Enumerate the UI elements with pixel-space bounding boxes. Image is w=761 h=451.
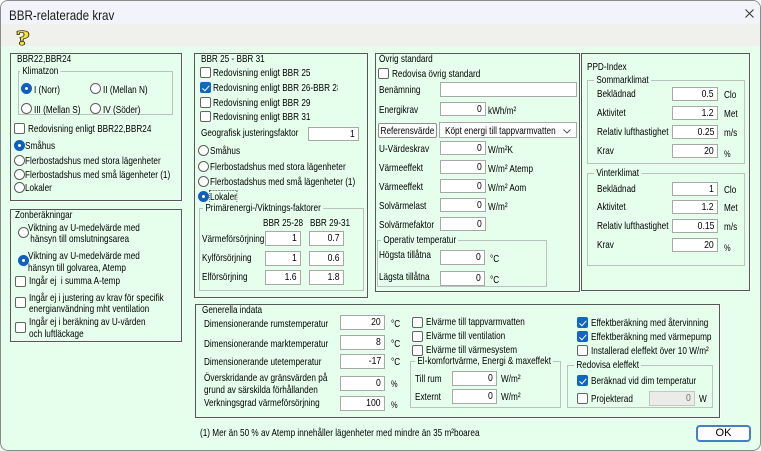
svg-text:?: ?	[16, 29, 30, 49]
